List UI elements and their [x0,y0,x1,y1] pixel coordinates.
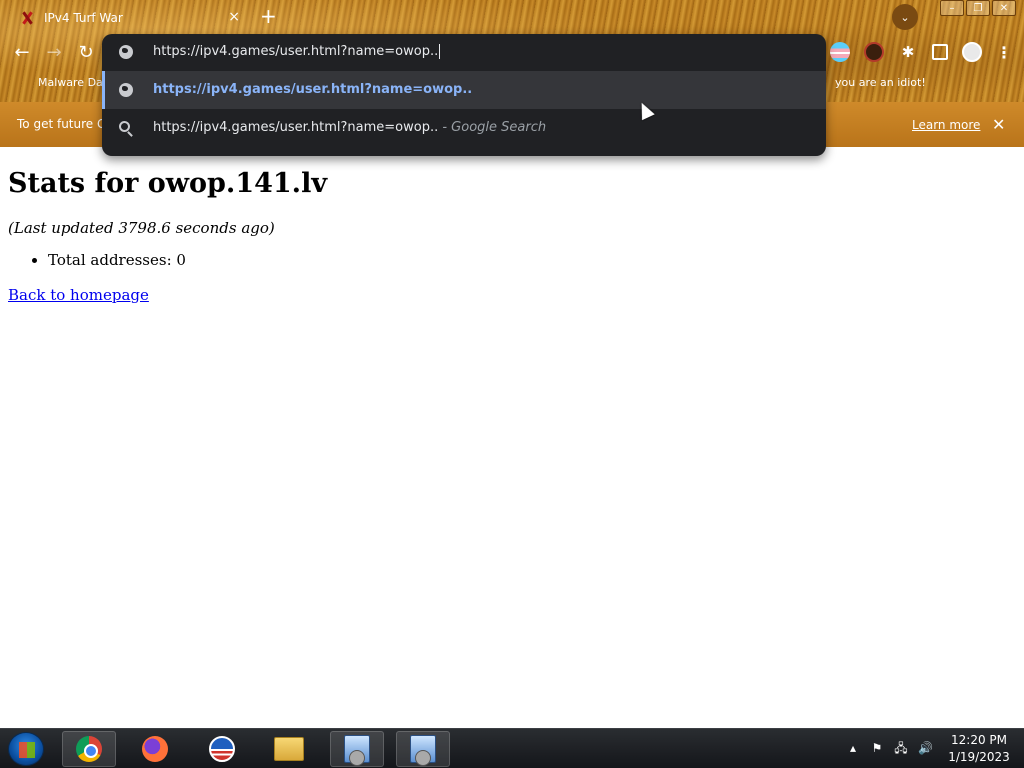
flag-extension-icon[interactable] [830,42,850,62]
learn-more-link[interactable]: Learn more [912,118,980,132]
taskbar-installer-1[interactable] [330,731,384,767]
page-title: Stats for owop.141.lv [8,168,328,199]
clock-time: 12:20 PM [951,733,1007,747]
last-updated-text: (Last updated 3798.6 seconds ago) [8,219,275,237]
volume-icon[interactable]: 🔊 [918,741,933,755]
minimize-button[interactable]: – [940,0,964,16]
obama-logo-icon [209,736,235,762]
system-clock[interactable]: 12:20 PM 1/19/2023 [944,732,1014,766]
taskbar: ▴ ⚑ 🖧 🔊 12:20 PM 1/19/2023 [0,728,1024,768]
taskbar-installer-2[interactable] [396,731,450,767]
extensions-area: ✱ ⋮ [830,42,1012,62]
back-to-homepage-link[interactable]: Back to homepage [8,286,149,304]
suggestion-search-text: https://ipv4.games/user.html?name=owop..… [153,120,547,135]
globe-icon [119,83,133,97]
new-tab-button[interactable]: + [260,6,277,26]
extensions-puzzle-icon[interactable]: ✱ [898,42,918,62]
back-button[interactable]: ← [11,42,33,63]
show-hidden-icons-chevron-icon[interactable]: ▴ [846,741,860,755]
tab-title: IPv4 Turf War [44,11,123,25]
forward-button[interactable]: → [43,42,65,63]
side-panel-icon[interactable] [932,44,948,60]
reload-button[interactable]: ↻ [75,42,97,63]
globe-icon [119,45,133,59]
taskbar-firefox[interactable] [128,731,182,767]
taskbar-chrome[interactable] [62,731,116,767]
close-window-button[interactable]: ✕ [992,0,1016,16]
search-icon [119,121,130,132]
firefox-icon [142,736,168,762]
system-tray: ▴ ⚑ 🖧 🔊 [846,741,933,755]
network-icon[interactable]: 🖧 [894,741,908,755]
avatar-extension-icon[interactable] [864,42,884,62]
omnibox-dropdown: https://ipv4.games/user.html?name=owop..… [102,34,826,156]
browser-menu-icon[interactable]: ⋮ [996,43,1012,62]
tab-close-icon[interactable]: × [228,9,240,25]
suggestion-url-text: https://ipv4.games/user.html?name=owop.. [153,82,473,97]
action-center-flag-icon[interactable]: ⚑ [870,741,884,755]
installer-icon [410,735,436,766]
taskbar-file-explorer[interactable] [262,731,316,767]
start-button[interactable] [8,732,44,766]
bookmark-you-are-an-idiot[interactable]: you are an idiot! [835,76,926,89]
list-item: Total addresses: 0 [48,251,1008,269]
address-bar-text[interactable]: https://ipv4.games/user.html?name=owop.. [153,44,441,59]
info-bar-close-icon[interactable]: ✕ [992,115,1005,134]
window-controls: – ❐ ✕ [940,0,1016,16]
suggestion-search[interactable]: https://ipv4.games/user.html?name=owop..… [102,109,826,147]
folder-icon [274,737,304,761]
site-favicon-icon [20,11,34,25]
bookmark-malware-database[interactable]: Malware Dat [38,76,107,89]
tab-ipv4-turf-war[interactable]: IPv4 Turf War × [8,4,248,32]
tab-search-chevron-icon[interactable]: ⌄ [892,4,918,30]
chrome-icon [76,736,102,762]
suggestion-url[interactable]: https://ipv4.games/user.html?name=owop.. [102,71,826,109]
taskbar-obama-app[interactable] [195,731,249,767]
installer-icon [344,735,370,766]
text-caret [439,44,441,59]
maximize-button[interactable]: ❐ [966,0,990,16]
info-bar-text: To get future G [17,117,107,131]
clock-date: 1/19/2023 [948,750,1010,764]
stats-list: Total addresses: 0 [48,251,1008,269]
address-bar-input[interactable]: https://ipv4.games/user.html?name=owop.. [102,34,826,70]
profile-avatar-icon[interactable] [962,42,982,62]
page-content: Stats for owop.141.lv (Last updated 3798… [8,168,1008,304]
